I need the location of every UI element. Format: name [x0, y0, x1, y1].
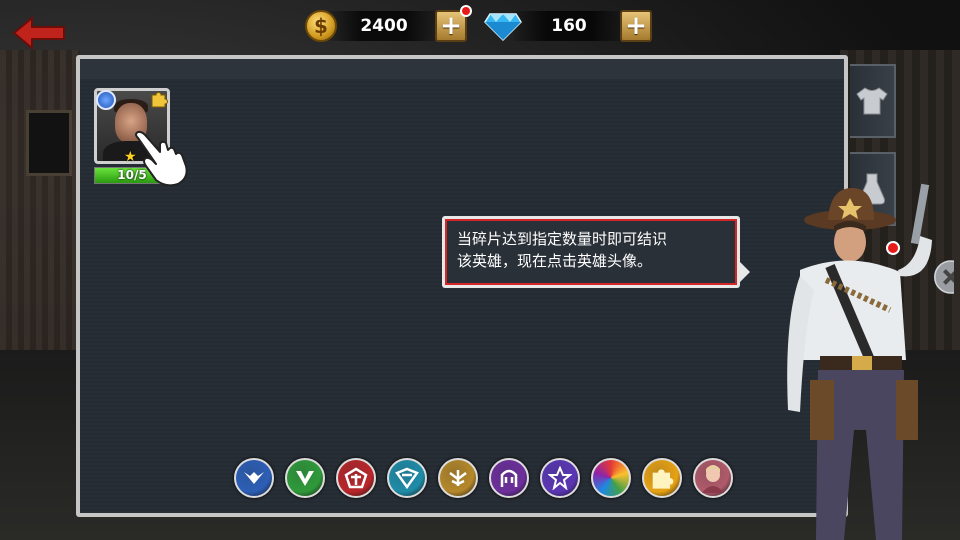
- purple-helm-faction-icon[interactable]: [489, 458, 529, 498]
- tooltip-text-line-2: 该英雄，现在点击英雄头像。: [457, 252, 653, 270]
- gold-currency: $ 2400 +: [305, 5, 472, 44]
- tooltip-text-line-1: 当碎片达到指定数量时即可结识: [457, 230, 668, 248]
- puzzle-fragment-icon[interactable]: [642, 458, 682, 498]
- back-button[interactable]: [12, 15, 68, 51]
- puzzle-icon: [151, 92, 168, 108]
- add-gems-button[interactable]: +: [620, 10, 652, 42]
- gem-currency: 160 +: [484, 8, 652, 44]
- plus-icon: +: [625, 11, 647, 41]
- back-arrow-icon: [12, 15, 65, 51]
- gold-amount: 2400: [329, 11, 439, 41]
- blue-wings-faction-icon[interactable]: [234, 458, 274, 498]
- tab-equipment[interactable]: [850, 64, 896, 138]
- hero-portrait-icon[interactable]: [693, 458, 733, 498]
- faction-filter-bar: [234, 458, 774, 502]
- tooltip-body: 当碎片达到指定数量时即可结识 该英雄，现在点击英雄头像。: [445, 219, 737, 285]
- diamond-icon: [484, 13, 522, 42]
- plus-icon: +: [440, 11, 462, 41]
- rainbow-all-icon[interactable]: [591, 458, 631, 498]
- shirt-icon: [856, 87, 888, 115]
- gold-phoenix-faction-icon[interactable]: [438, 458, 478, 498]
- background-building-left: [0, 50, 80, 370]
- background-window: [26, 110, 72, 176]
- red-crest-faction-icon[interactable]: [336, 458, 376, 498]
- teal-eagle-faction-icon[interactable]: [387, 458, 427, 498]
- gem-amount: 160: [514, 11, 624, 41]
- cowboy-hero-character: [787, 183, 932, 540]
- violet-star-faction-icon[interactable]: [540, 458, 580, 498]
- pointing-hand-icon: [135, 130, 188, 187]
- blue-tier-icon: [96, 90, 116, 110]
- green-v-faction-icon[interactable]: [285, 458, 325, 498]
- notification-dot: [460, 5, 472, 17]
- add-gold-button[interactable]: +: [435, 5, 472, 42]
- tooltip-arrow: [740, 262, 750, 282]
- guide-tooltip: 当碎片达到指定数量时即可结识 该英雄，现在点击英雄头像。: [442, 216, 750, 288]
- gold-coin-icon: $: [305, 10, 337, 42]
